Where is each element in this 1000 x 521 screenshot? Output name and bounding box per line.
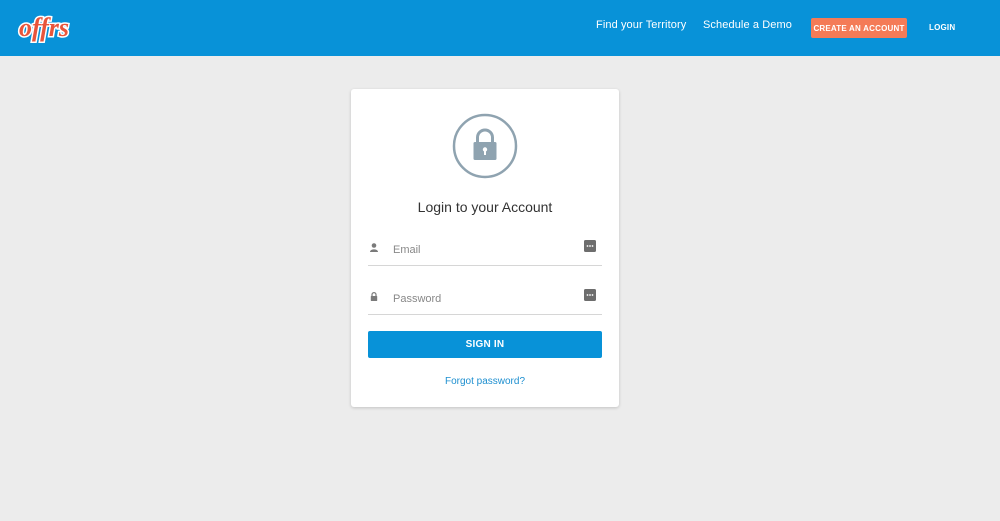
nav-find-territory-link[interactable]: Find your Territory xyxy=(596,19,686,31)
email-input[interactable] xyxy=(393,240,573,260)
forgot-password-link[interactable]: Forgot password? xyxy=(351,376,619,387)
lock-icon xyxy=(452,113,518,179)
login-title: Login to your Account xyxy=(417,199,553,215)
password-input[interactable] xyxy=(393,289,573,309)
login-card: Login to your Account SIGN IN Forgot pas… xyxy=(351,89,619,407)
small-lock-icon xyxy=(370,292,378,301)
offrs-logo[interactable]: offrs xyxy=(10,9,78,47)
nav-schedule-demo-link[interactable]: Schedule a Demo xyxy=(703,19,792,31)
create-account-button[interactable]: CREATE AN ACCOUNT xyxy=(811,18,907,38)
top-navbar: offrs Find your Territory Schedule a Dem… xyxy=(0,0,1000,56)
email-field-row xyxy=(368,232,602,266)
password-manager-icon[interactable] xyxy=(584,240,596,252)
password-manager-icon[interactable] xyxy=(584,289,596,301)
user-icon xyxy=(370,243,378,252)
logo-text: offrs xyxy=(19,13,69,42)
sign-in-button[interactable]: SIGN IN xyxy=(368,331,602,358)
password-field-row xyxy=(368,281,602,315)
nav-login-link[interactable]: LOGIN xyxy=(929,23,955,32)
